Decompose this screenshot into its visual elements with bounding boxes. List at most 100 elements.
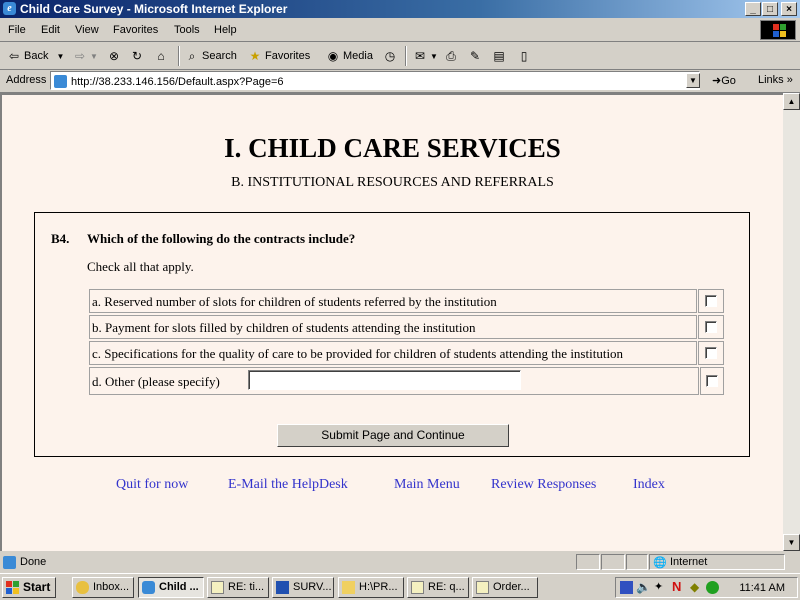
discuss-button[interactable]: ▤ — [491, 48, 507, 64]
mail-icon: ✉ — [414, 49, 426, 63]
quit-link[interactable]: Quit for now — [116, 477, 188, 493]
option-checkbox-b[interactable] — [705, 321, 717, 333]
ie-icon: e — [3, 2, 16, 15]
home-button[interactable]: ⌂ — [153, 48, 169, 64]
menu-file[interactable]: File — [8, 24, 26, 36]
print-button[interactable]: ⎙ — [443, 48, 459, 64]
task-folder[interactable]: H:\PR... — [338, 577, 404, 598]
edit-button[interactable]: ✎ — [467, 48, 483, 64]
mail-envelope-icon — [411, 581, 424, 594]
go-arrow-icon: ➜ — [712, 75, 722, 87]
search-icon: ⌕ — [188, 49, 196, 63]
go-button[interactable]: ➜Go — [712, 74, 736, 87]
address-bar: Address ▼ ➜Go Links » — [0, 70, 800, 93]
task-inbox[interactable]: Inbox... — [72, 577, 134, 598]
mail-dropdown-icon: ▼ — [430, 51, 438, 61]
history-icon: ◷ — [384, 49, 396, 63]
option-label-d: d. Other (please specify) — [92, 374, 220, 389]
option-checkbox-d[interactable] — [706, 375, 718, 387]
tray-status-icon[interactable] — [706, 581, 719, 594]
helpdesk-email-link[interactable]: E-Mail the HelpDesk — [228, 477, 348, 493]
task-email-re-ti[interactable]: RE: ti... — [207, 577, 269, 598]
history-button[interactable]: ◷ — [382, 48, 398, 64]
favorites-star-icon: ★ — [249, 49, 261, 63]
option-label-c: c. Specifications for the quality of car… — [92, 346, 624, 361]
media-button[interactable]: ◉ Media — [325, 48, 373, 64]
main-menu-link[interactable]: Main Menu — [394, 477, 460, 493]
menu-view[interactable]: View — [75, 24, 99, 36]
windows-flag-icon — [6, 581, 20, 594]
mail-button[interactable]: ✉ ▼ — [412, 48, 438, 64]
forward-button[interactable]: ⇨ ▼ — [72, 48, 98, 64]
page-viewport: I. CHILD CARE SERVICES B. INSTITUTIONAL … — [0, 93, 783, 551]
address-dropdown-button[interactable]: ▼ — [686, 73, 700, 88]
window-title: Child Care Survey - Microsoft Internet E… — [20, 2, 288, 16]
clock: 11:41 AM — [739, 582, 785, 594]
index-link[interactable]: Index — [633, 477, 665, 493]
option-row-a: a. Reserved number of slots for children… — [89, 289, 697, 313]
tray-diamond-icon[interactable]: ◆ — [690, 580, 699, 594]
messenger-button[interactable]: ▯ — [516, 48, 532, 64]
status-panel — [601, 554, 625, 570]
close-button[interactable]: × — [781, 2, 797, 16]
address-input[interactable] — [50, 71, 700, 90]
refresh-button[interactable]: ↻ — [129, 48, 145, 64]
vertical-scrollbar[interactable]: ▲ ▼ — [783, 93, 800, 551]
maximize-button[interactable]: □ — [762, 2, 778, 16]
option-label-a: a. Reserved number of slots for children… — [92, 294, 497, 309]
option-row-b: b. Payment for slots filled by children … — [89, 315, 697, 339]
task-child-care[interactable]: Child ... — [138, 577, 204, 598]
back-arrow-icon: ⇦ — [8, 49, 20, 63]
ie-icon — [142, 581, 155, 594]
menu-edit[interactable]: Edit — [41, 24, 60, 36]
toolbar: ⇦ Back ▼ ⇨ ▼ ⊗ ↻ ⌂ ⌕ Search ★ Favorites … — [0, 43, 800, 70]
volume-icon[interactable]: 🔈 — [636, 580, 651, 594]
option-row-d: d. Other (please specify) — [89, 367, 699, 395]
start-button[interactable]: Start — [2, 577, 56, 598]
taskbar: Start Inbox... Child ... RE: ti... SURV.… — [0, 573, 800, 600]
discuss-icon: ▤ — [493, 49, 505, 63]
folder-icon — [342, 581, 355, 594]
tray-tool-icon[interactable]: ✦ — [654, 580, 663, 593]
globe-icon: 🌐 — [653, 557, 667, 569]
favorites-button[interactable]: ★ Favorites — [247, 48, 311, 64]
antivirus-n-icon[interactable]: N — [672, 579, 681, 594]
mail-envelope-icon — [476, 581, 489, 594]
option-checkbox-a[interactable] — [705, 295, 717, 307]
toolbar-separator — [178, 46, 180, 66]
question-instruction: Check all that apply. — [87, 259, 194, 274]
option-checkbox-c[interactable] — [705, 347, 717, 359]
links-button[interactable]: Links » — [758, 74, 793, 86]
back-button[interactable]: ⇦ Back ▼ — [6, 48, 64, 64]
system-tray: 🔈 ✦ N ◆ 11:41 AM — [615, 577, 798, 598]
task-email-re-q[interactable]: RE: q... — [407, 577, 469, 598]
page-title: I. CHILD CARE SERVICES — [224, 133, 561, 163]
address-label: Address — [6, 74, 47, 86]
minimize-button[interactable]: _ — [745, 2, 761, 16]
windows-logo-icon — [760, 20, 796, 40]
search-button[interactable]: ⌕ Search — [184, 48, 237, 64]
stop-button[interactable]: ⊗ — [106, 48, 122, 64]
zone-text: Internet — [670, 556, 708, 568]
review-responses-link[interactable]: Review Responses — [491, 477, 596, 493]
forward-arrow-icon: ⇨ — [74, 49, 86, 63]
tray-app-icon[interactable] — [620, 581, 633, 594]
question-box: B4. Which of the following do the contra… — [34, 212, 750, 457]
menu-tools[interactable]: Tools — [174, 24, 200, 36]
task-order[interactable]: Order... — [472, 577, 538, 598]
status-bar: Done 🌐 Internet — [0, 553, 800, 571]
scroll-down-button[interactable]: ▼ — [783, 534, 800, 551]
submit-button[interactable]: Submit Page and Continue — [277, 424, 509, 447]
window-titlebar: e Child Care Survey - Microsoft Internet… — [0, 0, 800, 18]
edit-icon: ✎ — [469, 49, 481, 63]
option-cell-b — [698, 315, 724, 339]
menu-favorites[interactable]: Favorites — [113, 24, 158, 36]
task-word-doc[interactable]: SURV... — [272, 577, 334, 598]
zone-panel: 🌐 Internet — [649, 554, 785, 570]
other-specify-input[interactable] — [248, 370, 521, 390]
status-panel — [626, 554, 648, 570]
status-panel — [576, 554, 600, 570]
scroll-up-button[interactable]: ▲ — [783, 93, 800, 110]
page-subtitle: B. INSTITUTIONAL RESOURCES AND REFERRALS — [231, 175, 554, 190]
menu-help[interactable]: Help — [214, 24, 237, 36]
